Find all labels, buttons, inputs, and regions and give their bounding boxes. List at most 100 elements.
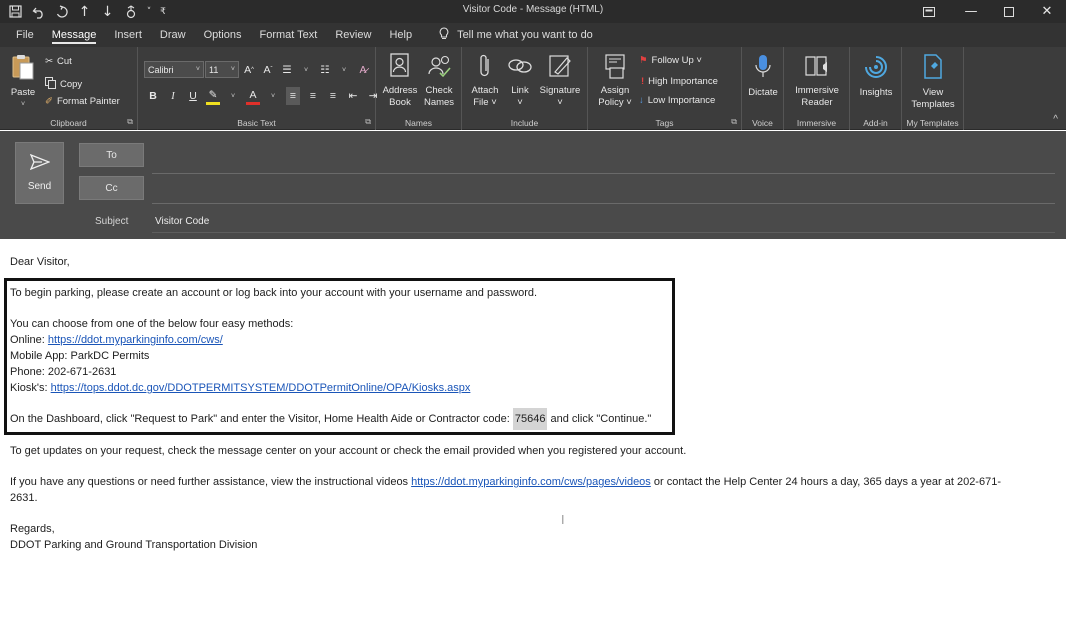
font-name-dropdown[interactable]: Calibri ˅ — [144, 61, 204, 78]
phone-line: Phone: 202-671-2631 — [10, 366, 117, 378]
assign-policy-button[interactable]: Assign Policy ˅ — [593, 53, 637, 109]
bullets-icon[interactable]: ☰ — [280, 61, 294, 79]
signature-label-2: ˅ — [557, 97, 563, 108]
cc-field[interactable] — [152, 203, 1055, 204]
tab-message[interactable]: Message — [43, 23, 106, 47]
close-icon[interactable]: ✕ — [1028, 0, 1066, 23]
address-book-button[interactable]: Address Book — [380, 53, 420, 109]
align-right-icon[interactable]: ≡ — [326, 87, 340, 105]
methods-intro: You can choose from one of the below fou… — [10, 318, 294, 330]
ribbon-display-icon[interactable] — [906, 0, 952, 23]
check-names-button[interactable]: Check Names — [420, 53, 458, 109]
address-book-label-2: Book — [389, 97, 411, 108]
include-group: Attach File ˅ Link ˅ Signature ˅ Include — [462, 47, 588, 130]
align-center-icon[interactable]: ≡ — [306, 87, 320, 105]
dialog-launcher-icon[interactable]: ⧉ — [365, 117, 371, 127]
tab-options[interactable]: Options — [195, 23, 251, 47]
chevron-down-icon[interactable]: ˅ — [299, 61, 313, 79]
chevron-down-icon[interactable]: ˅ — [226, 87, 240, 105]
minimize-icon[interactable]: — — [952, 0, 990, 23]
clipboard-group: Paste ˅ ✂ Cut Copy ✐ Format Painter Clip… — [0, 47, 138, 130]
kiosk-label: Kiosk's: — [10, 382, 51, 394]
to-button[interactable]: To — [79, 143, 144, 167]
subject-field[interactable]: Visitor Code — [155, 216, 209, 227]
tab-format-text[interactable]: Format Text — [250, 23, 326, 47]
dashboard-line: On the Dashboard, click "Request to Park… — [10, 408, 651, 430]
cc-button[interactable]: Cc — [79, 176, 144, 200]
tab-review[interactable]: Review — [326, 23, 380, 47]
align-left-icon[interactable]: ≡ — [286, 87, 300, 105]
collapse-ribbon-icon[interactable]: ^ — [1053, 114, 1058, 125]
insights-button[interactable]: Insights — [854, 53, 898, 99]
tab-insert[interactable]: Insert — [105, 23, 151, 47]
templates-icon — [922, 53, 944, 85]
updates-text: To get updates on your request, check th… — [10, 445, 687, 457]
decrease-indent-icon[interactable]: ⇤ — [346, 87, 360, 105]
maximize-icon[interactable] — [990, 0, 1028, 23]
scissors-icon: ✂ — [45, 56, 53, 67]
check-names-label: Check — [425, 85, 453, 96]
to-field[interactable] — [152, 173, 1055, 174]
online-link[interactable]: https://ddot.myparkinginfo.com/cws/ — [48, 334, 223, 346]
font-size-value: 11 — [209, 64, 219, 75]
highlight-icon[interactable]: ✎ — [206, 87, 220, 105]
greeting: Dear Visitor, — [10, 256, 70, 268]
font-color-icon[interactable]: A — [246, 87, 260, 105]
low-importance-button[interactable]: ↓ Low Importance — [639, 95, 715, 106]
flag-icon: ⚑ — [639, 55, 648, 66]
clear-formatting-icon[interactable]: A̷ — [356, 61, 370, 79]
signature-button[interactable]: Signature ˅ — [536, 53, 584, 109]
subject-underline — [152, 232, 1055, 233]
check-names-label-2: Names — [423, 97, 455, 108]
window-controls: — ✕ — [906, 0, 1066, 23]
link-button[interactable]: Link ˅ — [504, 53, 536, 109]
follow-up-label: Follow Up ˅ — [651, 55, 702, 66]
attach-file-button[interactable]: Attach File ˅ — [466, 53, 504, 109]
questions-line: If you have any questions or need furthe… — [10, 476, 1001, 488]
paintbrush-icon: ✐ — [45, 96, 53, 107]
dialog-launcher-icon[interactable]: ⧉ — [127, 117, 133, 127]
chevron-down-icon[interactable]: ˅ — [266, 87, 280, 105]
italic-icon[interactable]: I — [166, 87, 180, 105]
tab-draw[interactable]: Draw — [151, 23, 195, 47]
tags-group: Assign Policy ˅ ⚑ Follow Up ˅ ! High Imp… — [588, 47, 742, 130]
follow-up-button[interactable]: ⚑ Follow Up ˅ — [639, 55, 702, 66]
paste-label: Paste — [10, 87, 36, 98]
send-button[interactable]: Send — [15, 142, 64, 204]
view-templates-button[interactable]: View Templates — [906, 53, 960, 111]
bold-icon[interactable]: B — [146, 87, 160, 105]
basic-text-group: Calibri ˅ 11 ˅ A ^ Aˇ ☰ ˅ ☷ ˅ A̷ B I U ✎ … — [138, 47, 377, 130]
low-importance-label: Low Importance — [647, 95, 716, 106]
grow-font-icon[interactable]: A ^ — [242, 61, 256, 79]
high-importance-button[interactable]: ! High Importance — [641, 76, 718, 87]
numbering-icon[interactable]: ☷ — [318, 61, 332, 79]
kiosk-link[interactable]: https://tops.ddot.dc.gov/DDOTPERMITSYSTE… — [51, 382, 471, 394]
questions-text: If you have any questions or need furthe… — [10, 476, 412, 488]
shrink-font-icon[interactable]: Aˇ — [261, 61, 275, 79]
message-body[interactable]: Dear Visitor, To begin parking, please c… — [0, 239, 1066, 636]
chevron-down-icon[interactable]: ˅ — [337, 61, 351, 79]
immersive-group-label: Immersive — [796, 118, 837, 128]
dictate-button[interactable]: Dictate — [744, 53, 782, 99]
tell-me-search[interactable]: Tell me what you want to do — [439, 27, 593, 43]
dialog-launcher-icon[interactable]: ⧉ — [731, 117, 737, 127]
text-cursor-icon: I — [561, 513, 565, 527]
lightbulb-icon — [439, 27, 449, 43]
chevron-down-icon: ˅ — [20, 101, 26, 108]
underline-icon[interactable]: U — [186, 87, 200, 105]
intro-text: To begin parking, please create an accou… — [10, 287, 538, 299]
send-icon — [29, 153, 51, 173]
paste-button[interactable]: Paste ˅ — [8, 53, 38, 111]
view-templates-label: View — [922, 87, 944, 98]
tab-help[interactable]: Help — [380, 23, 421, 47]
font-size-dropdown[interactable]: 11 ˅ — [205, 61, 239, 78]
insights-icon — [862, 53, 890, 85]
tab-file[interactable]: File — [7, 23, 43, 47]
copy-button[interactable]: Copy — [45, 77, 82, 92]
format-painter-button[interactable]: ✐ Format Painter — [45, 96, 120, 107]
cut-button[interactable]: ✂ Cut — [45, 56, 72, 67]
immersive-reader-button[interactable]: Immersive Reader — [790, 53, 844, 109]
assign-policy-label-2: Policy ˅ — [598, 97, 632, 108]
videos-link[interactable]: https://ddot.myparkinginfo.com/cws/pages… — [411, 476, 651, 488]
copy-icon — [45, 77, 56, 92]
